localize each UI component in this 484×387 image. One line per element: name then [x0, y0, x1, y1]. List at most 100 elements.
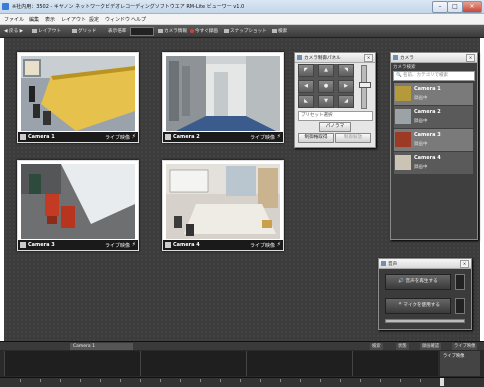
menu-file[interactable]: ファイル — [4, 16, 24, 23]
request-control-button[interactable]: 制御権取得 — [298, 133, 334, 143]
camera-list-item-3[interactable]: Camera 3 録画中 — [394, 129, 473, 151]
search-icon — [272, 28, 277, 33]
camera-list-item-status: 録画中 — [414, 119, 428, 124]
timeline-scale[interactable] — [0, 377, 484, 387]
camera-4-name: Camera 4 — [173, 242, 200, 248]
ptz-up-right-button[interactable]: ◥ — [338, 64, 354, 77]
camera-info-button[interactable]: カメラ情報 — [158, 28, 187, 34]
camera-list-item-name: Camera 3 — [414, 132, 441, 138]
menu-window[interactable]: ウィンドウ — [105, 16, 130, 23]
camera-thumbnail — [395, 132, 411, 147]
preset-select[interactable]: プリセット選択 — [298, 111, 373, 121]
camera-search-input[interactable]: 🔍 名前、カテゴリで検索 — [393, 71, 475, 81]
camera-4-live-view[interactable] — [166, 164, 280, 239]
menu-edit[interactable]: 編集 — [29, 16, 39, 23]
camera-menu-icon[interactable] — [165, 134, 171, 140]
panel-close-button[interactable]: × — [466, 54, 475, 62]
ptz-up-left-button[interactable]: ◤ — [298, 64, 314, 77]
camera-tile-3[interactable]: Camera 3 ライブ映像 ⚡ — [17, 160, 139, 251]
panel-icon — [393, 55, 398, 60]
menu-view[interactable]: 表示 — [45, 16, 55, 23]
camera-list-panel: カメラ × カメラ検索 🔍 名前、カテゴリで検索 Camera 1 録画中 Ca… — [390, 52, 478, 240]
camera-tile-2[interactable]: Camera 2 ライブ映像 ⚡ — [162, 52, 284, 143]
camera-thumbnail — [395, 109, 411, 124]
video-workspace: Camera 1 ライブ映像 ⚡ Camera 2 ライブ映像 ⚡ Camera… — [4, 38, 480, 341]
ptz-left-button[interactable]: ◀ — [298, 80, 314, 93]
snapshot-button[interactable]: スナップショット — [224, 28, 267, 34]
timeline-tracks[interactable] — [4, 351, 438, 376]
layout-icon — [32, 28, 37, 33]
play-audio-button[interactable]: 🔊 音声を再生する — [385, 274, 451, 290]
timeline-tab-live[interactable]: ライブ映像 — [452, 343, 478, 350]
menu-settings[interactable]: 設定 — [89, 16, 99, 23]
panorama-button[interactable]: パノラマ — [319, 122, 351, 132]
camera-search-label: カメラ検索 — [393, 65, 416, 70]
camera-menu-icon[interactable] — [20, 242, 26, 248]
zoom-select[interactable] — [130, 27, 154, 36]
search-button[interactable]: 検索 — [272, 28, 287, 34]
ptz-right-button[interactable]: ▶ — [338, 80, 354, 93]
camera-4-status: ライブ映像 — [249, 243, 275, 249]
zoom-slider-thumb[interactable] — [359, 82, 371, 88]
camera-2-live-view[interactable] — [166, 56, 280, 131]
timeline-camera-tab[interactable]: Camera 1 — [70, 343, 133, 350]
speaker-volume-meter — [455, 274, 465, 290]
title-bar: ※社内用：3502 - キヤノン ネットワークビデオレコーディングソフトウエア … — [0, 0, 484, 14]
ptz-up-button[interactable]: ▲ — [318, 64, 334, 77]
zoom-slider[interactable] — [359, 65, 371, 109]
audio-volume-slider[interactable] — [385, 319, 465, 323]
audio-panel: 音声 × 🔊 音声を再生する 🎤 マイクを使用する — [378, 258, 472, 330]
toolbar: ◀ 戻る ▶ レイアウト グリッド 表示倍率 カメラ情報 今すぐ録画 スナップシ… — [0, 25, 484, 38]
ptz-home-button[interactable]: ● — [318, 80, 334, 93]
panel-close-button[interactable]: × — [460, 260, 469, 268]
close-button[interactable]: ✕ — [462, 1, 482, 13]
grid-button[interactable]: グリッド — [72, 28, 96, 34]
camera-list-item-status: 録画中 — [414, 165, 428, 170]
camera-info-icon — [158, 28, 163, 33]
camera-list-item-name: Camera 2 — [414, 109, 441, 115]
release-control-button[interactable]: 制御解放 — [335, 133, 371, 143]
layout-button[interactable]: レイアウト — [32, 28, 61, 34]
camera-3-caption-bar: Camera 3 ライブ映像 ⚡ — [18, 240, 138, 250]
back-forward-button[interactable]: ◀ 戻る ▶ — [4, 28, 23, 34]
camera-menu-icon[interactable] — [20, 134, 26, 140]
timeline-tab-status[interactable]: 状態 — [396, 343, 409, 350]
minimize-button[interactable]: – — [432, 1, 448, 13]
camera-3-status: ライブ映像 — [104, 243, 130, 249]
camera-3-live-view[interactable] — [21, 164, 135, 239]
record-now-button[interactable]: 今すぐ録画 — [190, 28, 218, 34]
live-indicator[interactable]: ライブ映像 — [440, 351, 480, 376]
window-title: ※社内用：3502 - キヤノン ネットワークビデオレコーディングソフトウエア … — [12, 4, 245, 10]
ptz-down-button[interactable]: ▼ — [318, 95, 334, 108]
timeline-segment — [4, 351, 140, 376]
camera-tile-1[interactable]: Camera 1 ライブ映像 ⚡ — [17, 52, 139, 143]
camera-2-caption-bar: Camera 2 ライブ映像 ⚡ — [163, 132, 283, 142]
audio-panel-header[interactable]: 音声 × — [379, 259, 471, 269]
timeline-segment — [352, 351, 439, 376]
camera-list-panel-header[interactable]: カメラ × — [391, 53, 477, 63]
use-microphone-button[interactable]: 🎤 マイクを使用する — [385, 298, 451, 314]
live-indicator-label: ライブ映像 — [443, 354, 465, 359]
camera-3-name: Camera 3 — [28, 242, 55, 248]
lightning-icon: ⚡ — [131, 241, 136, 248]
camera-control-panel-header[interactable]: カメラ制御パネル × — [295, 53, 375, 63]
panel-close-button[interactable]: × — [364, 54, 373, 62]
ptz-down-left-button[interactable]: ◣ — [298, 95, 314, 108]
maximize-button[interactable]: □ — [447, 1, 463, 13]
camera-tile-4[interactable]: Camera 4 ライブ映像 ⚡ — [162, 160, 284, 251]
camera-list-item-4[interactable]: Camera 4 録画中 — [394, 152, 473, 174]
camera-icon — [224, 28, 229, 33]
menu-help[interactable]: ヘルプ — [131, 16, 146, 23]
camera-menu-icon[interactable] — [165, 242, 171, 248]
grid-icon — [72, 28, 77, 33]
camera-1-live-view[interactable] — [21, 56, 135, 131]
camera-1-name: Camera 1 — [28, 134, 55, 140]
timeline-tab-search[interactable]: 検索 — [370, 343, 383, 350]
ptz-down-right-button[interactable]: ◢ — [338, 95, 354, 108]
timeline-tab-recording[interactable]: 録画確認 — [420, 343, 442, 350]
camera-list-item-2[interactable]: Camera 2 録画中 — [394, 106, 473, 128]
panel-icon — [297, 55, 302, 60]
camera-list-item-1[interactable]: Camera 1 録画中 — [394, 83, 473, 105]
menu-layout[interactable]: レイアウト — [61, 16, 86, 23]
camera-2-status: ライブ映像 — [249, 135, 275, 141]
